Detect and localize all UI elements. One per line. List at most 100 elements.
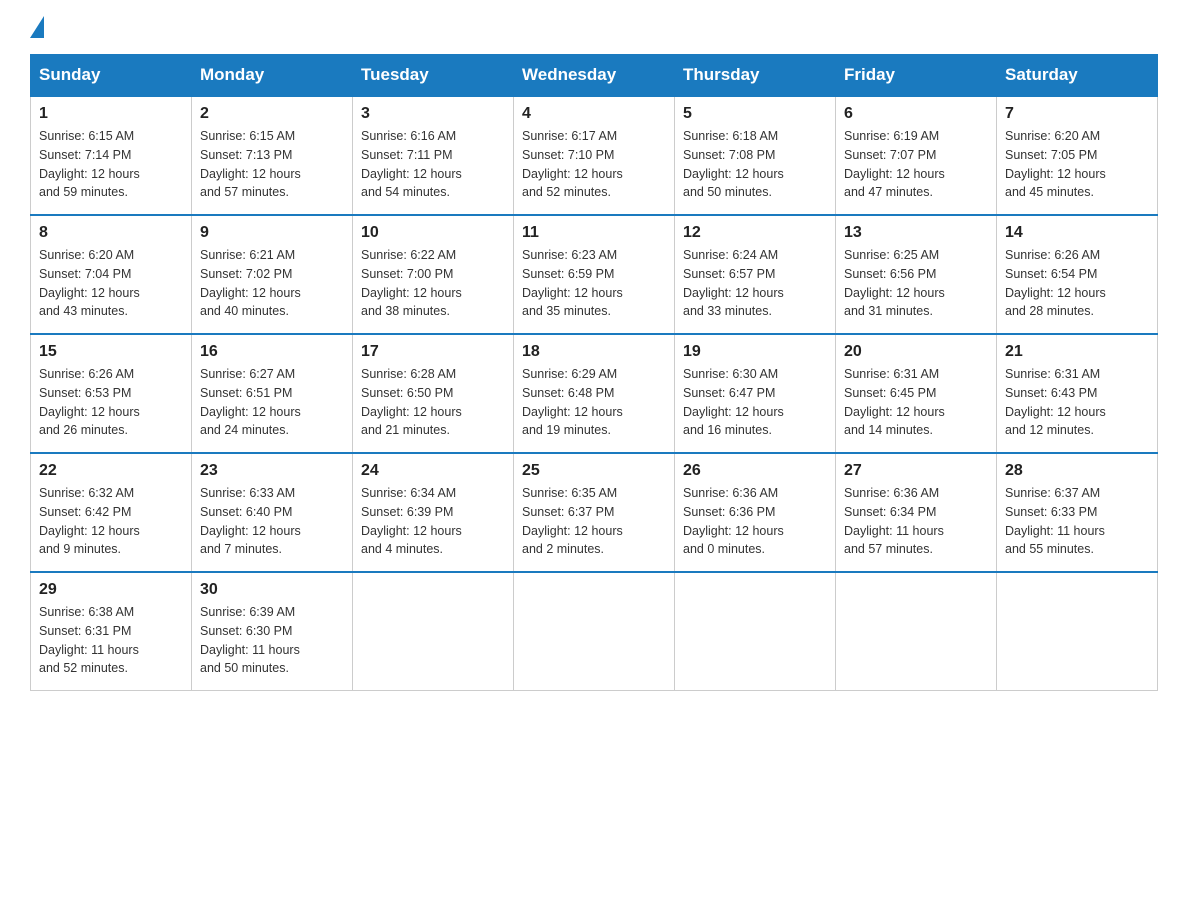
- day-info: Sunrise: 6:39 AMSunset: 6:30 PMDaylight:…: [200, 603, 344, 678]
- day-info: Sunrise: 6:21 AMSunset: 7:02 PMDaylight:…: [200, 246, 344, 321]
- calendar-table: SundayMondayTuesdayWednesdayThursdayFrid…: [30, 54, 1158, 691]
- day-info: Sunrise: 6:31 AMSunset: 6:43 PMDaylight:…: [1005, 365, 1149, 440]
- logo: [30, 20, 44, 34]
- day-info: Sunrise: 6:33 AMSunset: 6:40 PMDaylight:…: [200, 484, 344, 559]
- calendar-cell: 28 Sunrise: 6:37 AMSunset: 6:33 PMDaylig…: [997, 453, 1158, 572]
- calendar-cell: [836, 572, 997, 691]
- day-number: 17: [361, 343, 505, 361]
- day-number: 5: [683, 105, 827, 123]
- calendar-cell: 9 Sunrise: 6:21 AMSunset: 7:02 PMDayligh…: [192, 215, 353, 334]
- calendar-week-1: 1 Sunrise: 6:15 AMSunset: 7:14 PMDayligh…: [31, 96, 1158, 215]
- calendar-cell: 17 Sunrise: 6:28 AMSunset: 6:50 PMDaylig…: [353, 334, 514, 453]
- calendar-cell: 14 Sunrise: 6:26 AMSunset: 6:54 PMDaylig…: [997, 215, 1158, 334]
- day-number: 19: [683, 343, 827, 361]
- day-info: Sunrise: 6:36 AMSunset: 6:36 PMDaylight:…: [683, 484, 827, 559]
- day-number: 16: [200, 343, 344, 361]
- calendar-cell: 15 Sunrise: 6:26 AMSunset: 6:53 PMDaylig…: [31, 334, 192, 453]
- day-info: Sunrise: 6:34 AMSunset: 6:39 PMDaylight:…: [361, 484, 505, 559]
- calendar-cell: 12 Sunrise: 6:24 AMSunset: 6:57 PMDaylig…: [675, 215, 836, 334]
- calendar-cell: 21 Sunrise: 6:31 AMSunset: 6:43 PMDaylig…: [997, 334, 1158, 453]
- calendar-cell: 5 Sunrise: 6:18 AMSunset: 7:08 PMDayligh…: [675, 96, 836, 215]
- calendar-cell: 20 Sunrise: 6:31 AMSunset: 6:45 PMDaylig…: [836, 334, 997, 453]
- day-info: Sunrise: 6:20 AMSunset: 7:04 PMDaylight:…: [39, 246, 183, 321]
- day-info: Sunrise: 6:26 AMSunset: 6:54 PMDaylight:…: [1005, 246, 1149, 321]
- day-info: Sunrise: 6:15 AMSunset: 7:13 PMDaylight:…: [200, 127, 344, 202]
- calendar-cell: 24 Sunrise: 6:34 AMSunset: 6:39 PMDaylig…: [353, 453, 514, 572]
- day-number: 20: [844, 343, 988, 361]
- col-header-friday: Friday: [836, 55, 997, 97]
- day-number: 14: [1005, 224, 1149, 242]
- calendar-cell: 1 Sunrise: 6:15 AMSunset: 7:14 PMDayligh…: [31, 96, 192, 215]
- calendar-week-2: 8 Sunrise: 6:20 AMSunset: 7:04 PMDayligh…: [31, 215, 1158, 334]
- calendar-week-3: 15 Sunrise: 6:26 AMSunset: 6:53 PMDaylig…: [31, 334, 1158, 453]
- day-number: 1: [39, 105, 183, 123]
- calendar-cell: 22 Sunrise: 6:32 AMSunset: 6:42 PMDaylig…: [31, 453, 192, 572]
- calendar-cell: 19 Sunrise: 6:30 AMSunset: 6:47 PMDaylig…: [675, 334, 836, 453]
- day-info: Sunrise: 6:20 AMSunset: 7:05 PMDaylight:…: [1005, 127, 1149, 202]
- logo-triangle-icon: [30, 16, 44, 38]
- col-header-wednesday: Wednesday: [514, 55, 675, 97]
- day-info: Sunrise: 6:18 AMSunset: 7:08 PMDaylight:…: [683, 127, 827, 202]
- col-header-tuesday: Tuesday: [353, 55, 514, 97]
- day-info: Sunrise: 6:27 AMSunset: 6:51 PMDaylight:…: [200, 365, 344, 440]
- day-number: 3: [361, 105, 505, 123]
- day-number: 2: [200, 105, 344, 123]
- calendar-cell: [675, 572, 836, 691]
- calendar-cell: 16 Sunrise: 6:27 AMSunset: 6:51 PMDaylig…: [192, 334, 353, 453]
- calendar-cell: 2 Sunrise: 6:15 AMSunset: 7:13 PMDayligh…: [192, 96, 353, 215]
- day-number: 11: [522, 224, 666, 242]
- day-number: 23: [200, 462, 344, 480]
- calendar-cell: 27 Sunrise: 6:36 AMSunset: 6:34 PMDaylig…: [836, 453, 997, 572]
- day-info: Sunrise: 6:35 AMSunset: 6:37 PMDaylight:…: [522, 484, 666, 559]
- calendar-cell: 25 Sunrise: 6:35 AMSunset: 6:37 PMDaylig…: [514, 453, 675, 572]
- calendar-cell: 8 Sunrise: 6:20 AMSunset: 7:04 PMDayligh…: [31, 215, 192, 334]
- calendar-week-5: 29 Sunrise: 6:38 AMSunset: 6:31 PMDaylig…: [31, 572, 1158, 691]
- day-info: Sunrise: 6:23 AMSunset: 6:59 PMDaylight:…: [522, 246, 666, 321]
- day-info: Sunrise: 6:24 AMSunset: 6:57 PMDaylight:…: [683, 246, 827, 321]
- calendar-cell: 11 Sunrise: 6:23 AMSunset: 6:59 PMDaylig…: [514, 215, 675, 334]
- calendar-cell: 18 Sunrise: 6:29 AMSunset: 6:48 PMDaylig…: [514, 334, 675, 453]
- calendar-cell: [353, 572, 514, 691]
- day-number: 28: [1005, 462, 1149, 480]
- calendar-week-4: 22 Sunrise: 6:32 AMSunset: 6:42 PMDaylig…: [31, 453, 1158, 572]
- day-info: Sunrise: 6:36 AMSunset: 6:34 PMDaylight:…: [844, 484, 988, 559]
- calendar-cell: 26 Sunrise: 6:36 AMSunset: 6:36 PMDaylig…: [675, 453, 836, 572]
- day-number: 8: [39, 224, 183, 242]
- day-info: Sunrise: 6:38 AMSunset: 6:31 PMDaylight:…: [39, 603, 183, 678]
- col-header-sunday: Sunday: [31, 55, 192, 97]
- day-number: 25: [522, 462, 666, 480]
- day-number: 26: [683, 462, 827, 480]
- day-number: 21: [1005, 343, 1149, 361]
- day-number: 15: [39, 343, 183, 361]
- day-info: Sunrise: 6:16 AMSunset: 7:11 PMDaylight:…: [361, 127, 505, 202]
- day-number: 29: [39, 581, 183, 599]
- day-number: 9: [200, 224, 344, 242]
- day-info: Sunrise: 6:22 AMSunset: 7:00 PMDaylight:…: [361, 246, 505, 321]
- day-number: 10: [361, 224, 505, 242]
- day-info: Sunrise: 6:17 AMSunset: 7:10 PMDaylight:…: [522, 127, 666, 202]
- calendar-cell: 23 Sunrise: 6:33 AMSunset: 6:40 PMDaylig…: [192, 453, 353, 572]
- day-info: Sunrise: 6:26 AMSunset: 6:53 PMDaylight:…: [39, 365, 183, 440]
- calendar-cell: 7 Sunrise: 6:20 AMSunset: 7:05 PMDayligh…: [997, 96, 1158, 215]
- day-number: 7: [1005, 105, 1149, 123]
- col-header-monday: Monday: [192, 55, 353, 97]
- day-info: Sunrise: 6:25 AMSunset: 6:56 PMDaylight:…: [844, 246, 988, 321]
- calendar-cell: 13 Sunrise: 6:25 AMSunset: 6:56 PMDaylig…: [836, 215, 997, 334]
- calendar-cell: 3 Sunrise: 6:16 AMSunset: 7:11 PMDayligh…: [353, 96, 514, 215]
- day-number: 30: [200, 581, 344, 599]
- day-info: Sunrise: 6:31 AMSunset: 6:45 PMDaylight:…: [844, 365, 988, 440]
- day-number: 4: [522, 105, 666, 123]
- day-info: Sunrise: 6:28 AMSunset: 6:50 PMDaylight:…: [361, 365, 505, 440]
- day-number: 22: [39, 462, 183, 480]
- day-number: 12: [683, 224, 827, 242]
- day-number: 18: [522, 343, 666, 361]
- day-info: Sunrise: 6:19 AMSunset: 7:07 PMDaylight:…: [844, 127, 988, 202]
- col-header-thursday: Thursday: [675, 55, 836, 97]
- calendar-cell: 6 Sunrise: 6:19 AMSunset: 7:07 PMDayligh…: [836, 96, 997, 215]
- day-info: Sunrise: 6:29 AMSunset: 6:48 PMDaylight:…: [522, 365, 666, 440]
- col-header-saturday: Saturday: [997, 55, 1158, 97]
- day-info: Sunrise: 6:37 AMSunset: 6:33 PMDaylight:…: [1005, 484, 1149, 559]
- page-header: [30, 20, 1158, 34]
- day-info: Sunrise: 6:30 AMSunset: 6:47 PMDaylight:…: [683, 365, 827, 440]
- day-number: 13: [844, 224, 988, 242]
